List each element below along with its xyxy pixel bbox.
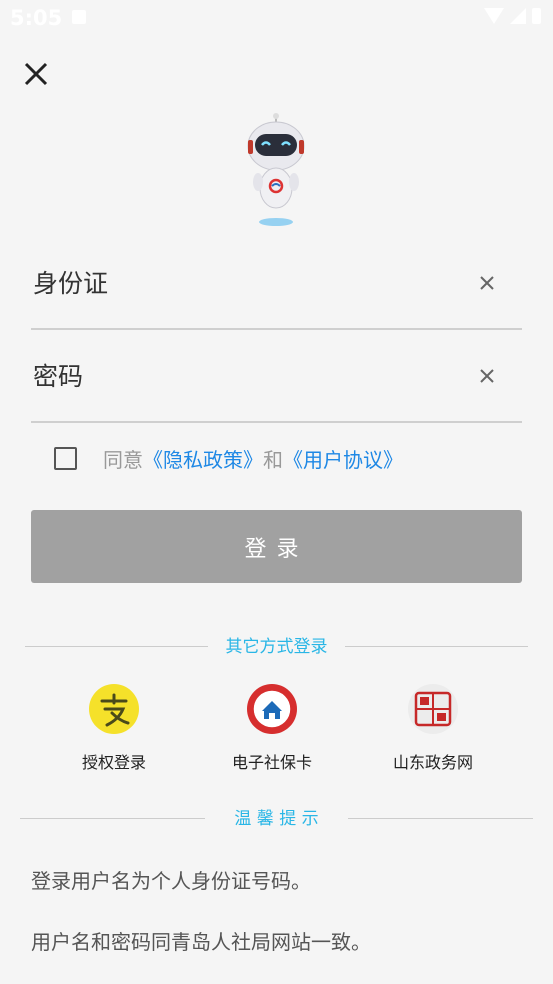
agreement-and: 和 [263, 447, 283, 472]
id-number-field [31, 248, 522, 330]
tip-line: 登录用户名为个人身份证号码。 [31, 869, 311, 893]
tip-line: 用户名和密码同青岛人社局网站一致。 [31, 930, 371, 954]
robot-mascot-icon [247, 113, 305, 226]
signal-icon [510, 8, 526, 24]
alipay-login-option[interactable]: 授权登录 [44, 683, 184, 773]
agreement-prefix: 同意 [103, 447, 143, 472]
login-methods: 授权登录 电子社保卡 山东政务网 [0, 683, 553, 773]
login-button[interactable]: 登录 [31, 510, 522, 583]
tips-title: 温 馨 提 示 [234, 809, 319, 829]
shandong-gov-option[interactable]: 山东政务网 [363, 683, 503, 773]
privacy-policy-link[interactable]: 《隐私政策》 [143, 448, 263, 472]
password-input[interactable] [31, 355, 455, 397]
user-agreement-link[interactable]: 《用户协议》 [283, 448, 403, 472]
method-label: 授权登录 [81, 753, 146, 772]
status-icons [484, 8, 541, 24]
agreement-checkbox[interactable] [54, 446, 77, 470]
social-security-card-icon [247, 684, 297, 734]
sim-icon [72, 10, 86, 24]
password-field [31, 341, 522, 423]
close-button[interactable] [20, 58, 52, 90]
shandong-gov-icon [408, 684, 458, 734]
clear-password-button[interactable] [476, 365, 498, 387]
other-methods-title: 其它方式登录 [225, 637, 328, 657]
alipay-icon [89, 684, 139, 734]
battery-icon [532, 8, 541, 24]
status-bar: 5:05 [0, 0, 553, 36]
agreement-row: 同意《隐私政策》和《用户协议》 [54, 440, 403, 476]
close-icon [24, 62, 48, 86]
social-security-card-option[interactable]: 电子社保卡 [202, 683, 342, 773]
agreement-text: 同意《隐私政策》和《用户协议》 [103, 444, 403, 473]
id-number-input[interactable] [31, 262, 455, 304]
other-methods-divider: 其它方式登录 [0, 632, 553, 662]
method-label: 电子社保卡 [231, 753, 312, 772]
clear-id-button[interactable] [476, 272, 498, 294]
clear-icon [480, 276, 494, 290]
status-time: 5:05 [10, 6, 63, 30]
tips-divider: 温 馨 提 示 [0, 804, 553, 834]
clear-icon [480, 369, 494, 383]
method-label: 山东政务网 [392, 753, 473, 772]
wifi-icon [484, 8, 504, 24]
